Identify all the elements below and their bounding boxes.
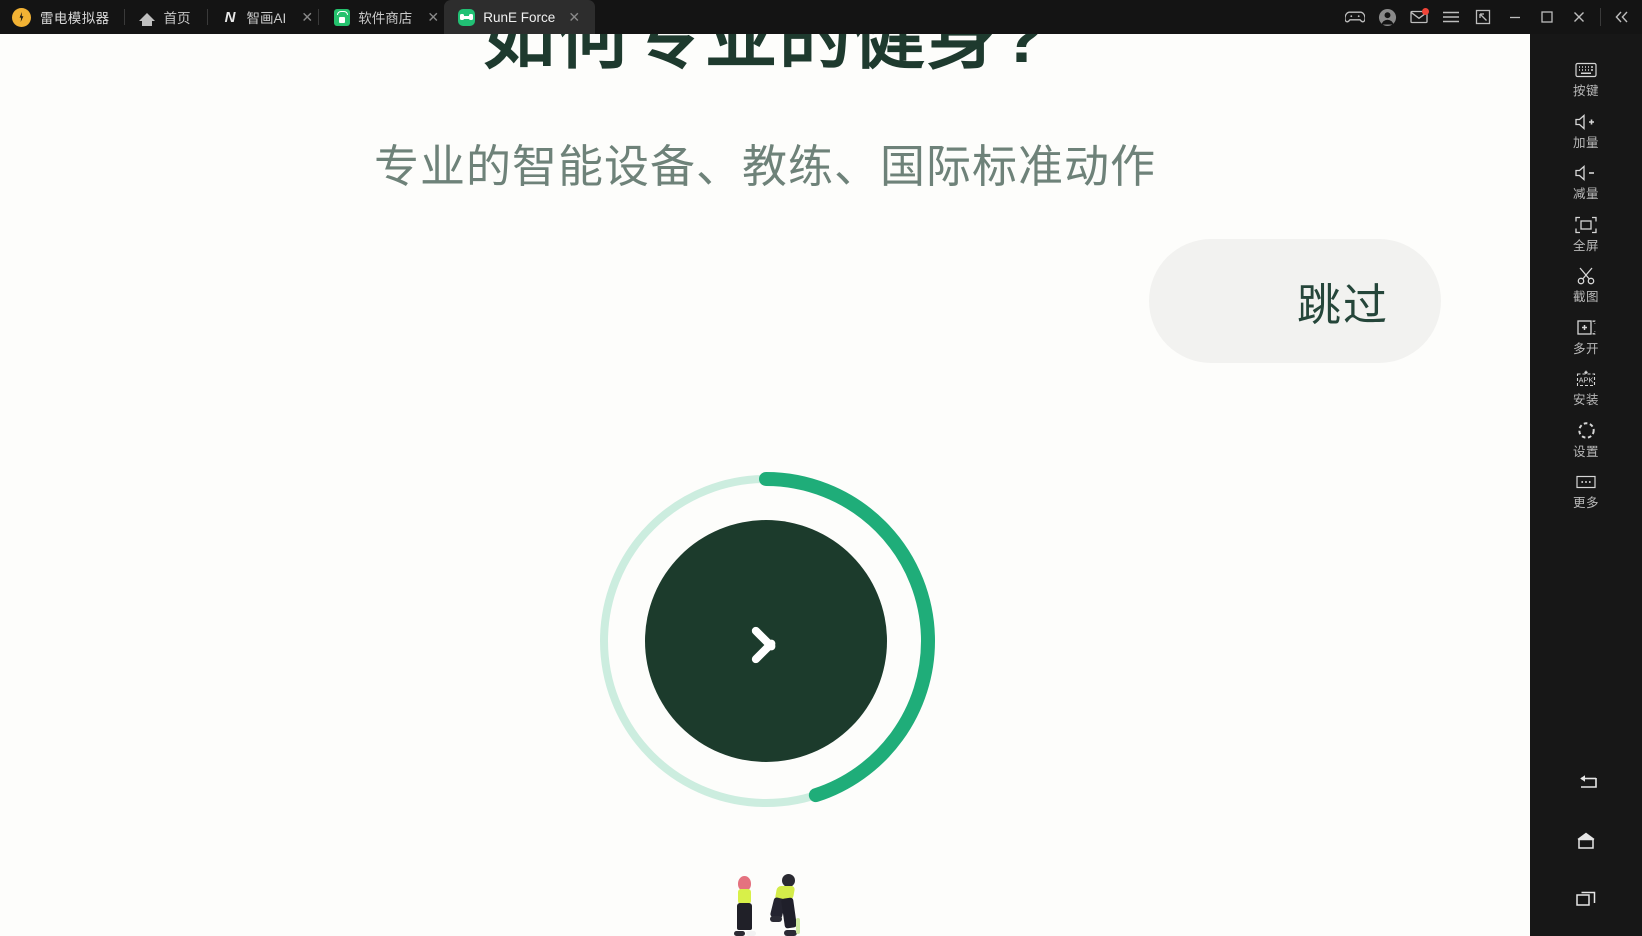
athlete-figure-right bbox=[769, 874, 800, 936]
menu-icon[interactable] bbox=[1435, 0, 1467, 34]
divider bbox=[1600, 8, 1601, 26]
sidebar-label-keyboard: 按键 bbox=[1572, 84, 1599, 98]
emulator-screen: 如何专业的健身? 专业的智能设备、教练、国际标准动作 跳过 bbox=[0, 34, 1530, 936]
sidebar-label-volume-down: 减量 bbox=[1572, 187, 1599, 201]
mail-icon[interactable] bbox=[1403, 0, 1435, 34]
skip-button-label: 跳过 bbox=[1297, 281, 1389, 330]
android-back-icon[interactable] bbox=[1530, 768, 1642, 798]
app-brand-label: 雷电模拟器 bbox=[40, 11, 110, 26]
more-dots-icon bbox=[1573, 471, 1599, 493]
sidebar-label-settings: 设置 bbox=[1572, 444, 1599, 459]
tab-app-store-label: 软件商店 bbox=[358, 11, 413, 26]
window-controls bbox=[1339, 0, 1642, 34]
tab-zhihua-ai-label: 智画AI bbox=[246, 11, 287, 26]
keyboard-icon bbox=[1573, 59, 1599, 81]
apk-install-icon: APK bbox=[1573, 368, 1599, 390]
tab-home[interactable]: 首页 bbox=[125, 0, 207, 34]
resize-icon[interactable] bbox=[1467, 0, 1499, 34]
svg-text:APK: APK bbox=[1579, 376, 1594, 385]
next-button[interactable] bbox=[645, 520, 887, 762]
sidebar-label-more: 更多 bbox=[1572, 496, 1599, 510]
titlebar-spacer bbox=[595, 0, 1339, 34]
sidebar-item-more[interactable]: 更多 bbox=[1530, 464, 1642, 516]
sidebar-item-settings[interactable]: 设置 bbox=[1530, 413, 1642, 465]
settings-gear-icon bbox=[1573, 420, 1599, 442]
circular-progress bbox=[596, 466, 936, 816]
app-brand: 雷电模拟器 bbox=[0, 0, 124, 34]
page-title: 如何专业的健身? bbox=[483, 34, 1047, 78]
multi-instance-icon bbox=[1573, 317, 1599, 339]
android-nav-bar bbox=[1530, 768, 1642, 936]
mail-badge-dot bbox=[1422, 8, 1429, 15]
android-recents-icon[interactable] bbox=[1530, 884, 1642, 914]
ldplayer-window: 雷电模拟器 首页 N 智画AI ✕ 软件商店 ✕ RunE Force ✕ 如何… bbox=[0, 0, 1642, 936]
sidebar-label-volume-up: 加量 bbox=[1572, 135, 1599, 150]
collapse-icon[interactable] bbox=[1606, 0, 1638, 34]
sidebar-item-volume-up[interactable]: 加量 bbox=[1530, 104, 1642, 156]
minimize-icon[interactable] bbox=[1499, 0, 1531, 34]
app-store-icon bbox=[333, 8, 350, 26]
sidebar-item-volume-down[interactable]: 减量 bbox=[1530, 155, 1642, 207]
home-icon bbox=[139, 9, 156, 26]
volume-down-icon bbox=[1573, 162, 1599, 184]
athlete-figure-left bbox=[730, 874, 760, 936]
tab-home-label: 首页 bbox=[163, 11, 191, 26]
sidebar-label-fullscreen: 全屏 bbox=[1572, 238, 1599, 253]
sidebar-item-fullscreen[interactable]: 全屏 bbox=[1530, 207, 1642, 259]
zhihua-ai-icon: N bbox=[224, 8, 236, 26]
fullscreen-icon bbox=[1573, 214, 1599, 236]
sidebar-label-multi-instance: 多开 bbox=[1572, 341, 1599, 356]
chevron-right-icon bbox=[749, 612, 783, 670]
tab-rune-force-label: RunE Force bbox=[483, 9, 556, 25]
account-avatar-icon[interactable] bbox=[1371, 0, 1403, 34]
sidebar-label-apk-install: 安装 bbox=[1572, 393, 1599, 407]
page-subtitle: 专业的智能设备、教练、国际标准动作 bbox=[373, 141, 1156, 192]
tab-app-store[interactable]: 软件商店 bbox=[319, 0, 422, 34]
volume-up-icon bbox=[1573, 111, 1599, 133]
sidebar-item-multi-instance[interactable]: 多开 bbox=[1530, 310, 1642, 362]
sidebar-label-screenshot: 截图 bbox=[1572, 290, 1599, 304]
tab-close-rune-force[interactable]: ✕ bbox=[563, 0, 585, 34]
emulator-sidebar: 按键 加量 减量 全屏 截图 多开 APK 安装 设置 更多 bbox=[1530, 34, 1642, 936]
tab-zhihua-ai[interactable]: N 智画AI bbox=[208, 0, 297, 34]
tab-close-app-store[interactable]: ✕ bbox=[422, 0, 444, 34]
title-bar: 雷电模拟器 首页 N 智画AI ✕ 软件商店 ✕ RunE Force ✕ bbox=[0, 0, 1642, 34]
gamepad-icon[interactable] bbox=[1339, 0, 1371, 34]
scissors-screenshot-icon bbox=[1573, 265, 1599, 287]
athlete-illustration bbox=[0, 866, 1530, 936]
sidebar-item-screenshot[interactable]: 截图 bbox=[1530, 258, 1642, 310]
close-icon[interactable] bbox=[1563, 0, 1595, 34]
tab-close-zhihua-ai[interactable]: ✕ bbox=[296, 0, 318, 34]
skip-button[interactable]: 跳过 bbox=[1149, 239, 1441, 363]
sidebar-item-apk-install[interactable]: APK 安装 bbox=[1530, 361, 1642, 413]
ldplayer-logo-icon bbox=[12, 7, 31, 27]
tab-rune-force[interactable]: RunE Force ✕ bbox=[444, 0, 596, 34]
maximize-icon[interactable] bbox=[1531, 0, 1563, 34]
sidebar-item-keyboard[interactable]: 按键 bbox=[1530, 52, 1642, 104]
rune-force-icon bbox=[458, 8, 476, 26]
android-home-icon[interactable] bbox=[1530, 826, 1642, 856]
